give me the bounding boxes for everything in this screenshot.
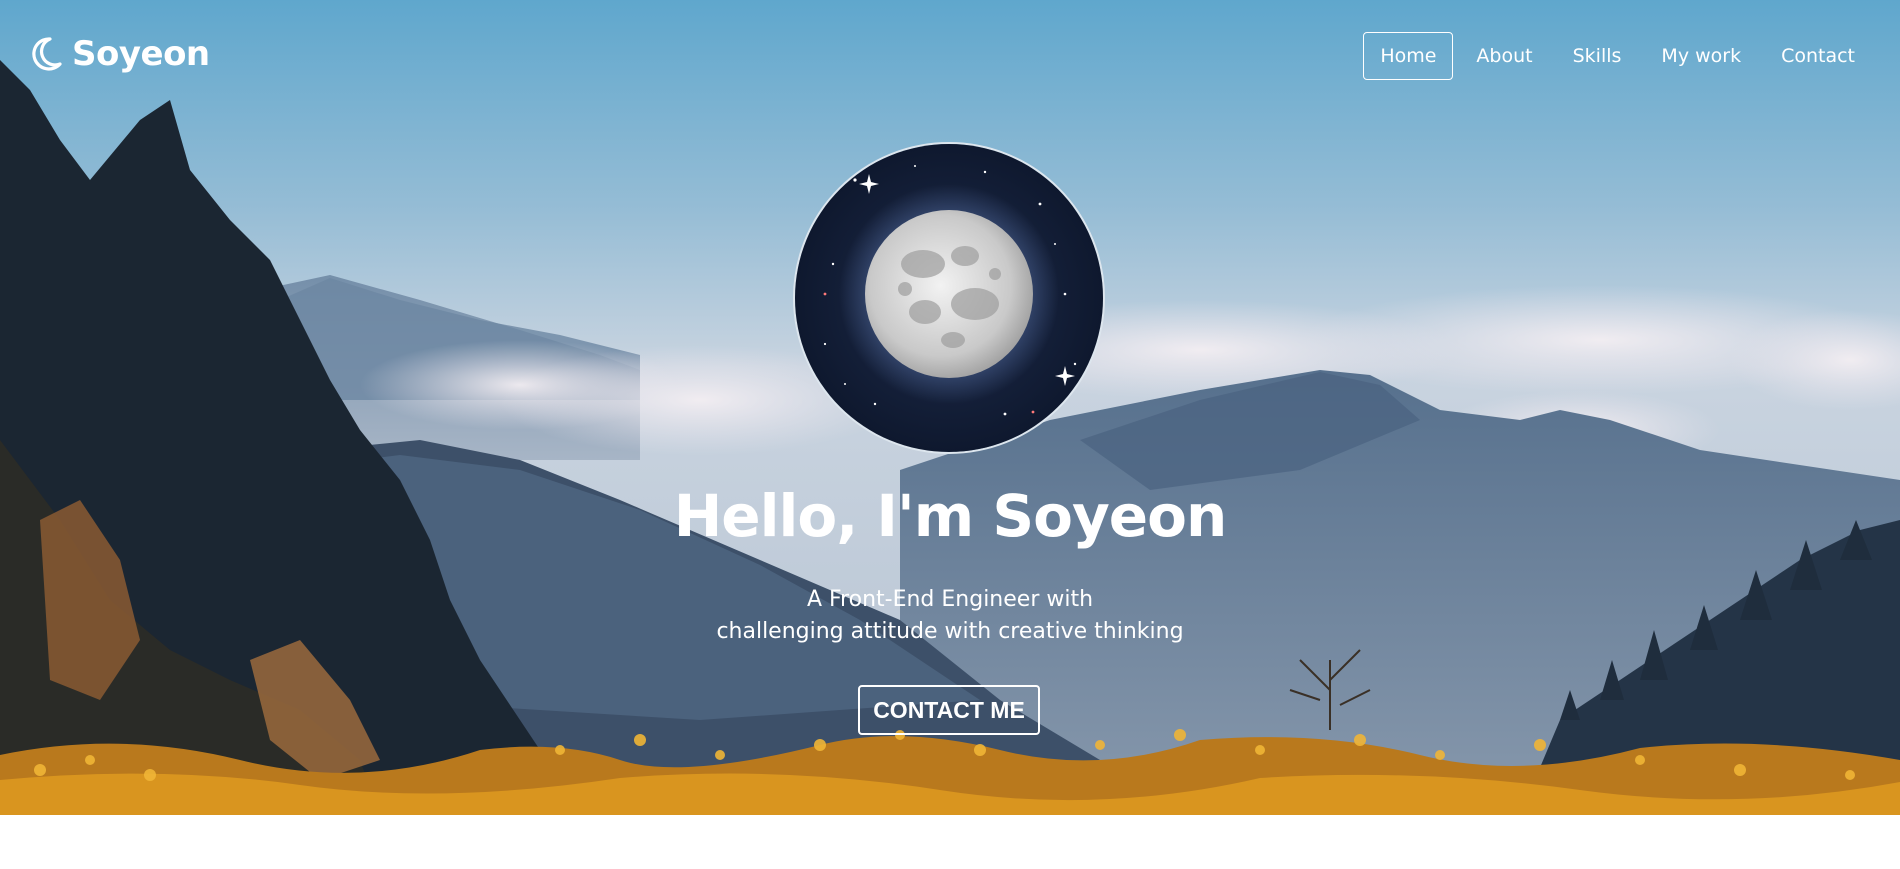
hero-description-line-1: A Front-End Engineer with [806, 587, 1094, 612]
page-below-hero [0, 815, 1900, 869]
hero-section: Soyeon Home About Skills My work Contact [0, 0, 1900, 815]
moon-icon [30, 36, 62, 72]
nav-item-my-work[interactable]: My work [1644, 32, 1758, 80]
avatar [793, 142, 1105, 454]
nav-item-about[interactable]: About [1459, 32, 1549, 80]
top-navbar: Soyeon Home About Skills My work Contact [0, 0, 1900, 114]
hero-description-line-2: challenging attitude with creative think… [716, 619, 1184, 644]
nav-menu: Home About Skills My work Contact [1363, 32, 1872, 80]
contact-me-button[interactable]: CONTACT ME [858, 685, 1040, 735]
nav-item-contact[interactable]: Contact [1764, 32, 1872, 80]
nav-item-skills[interactable]: Skills [1556, 32, 1639, 80]
nav-item-home[interactable]: Home [1363, 32, 1454, 80]
hero-description: A Front-End Engineer with challenging at… [0, 584, 1900, 648]
brand-name: Soyeon [72, 34, 210, 74]
brand-logo[interactable]: Soyeon [30, 34, 210, 74]
hero-title: Hello, I'm Soyeon [673, 482, 1228, 550]
